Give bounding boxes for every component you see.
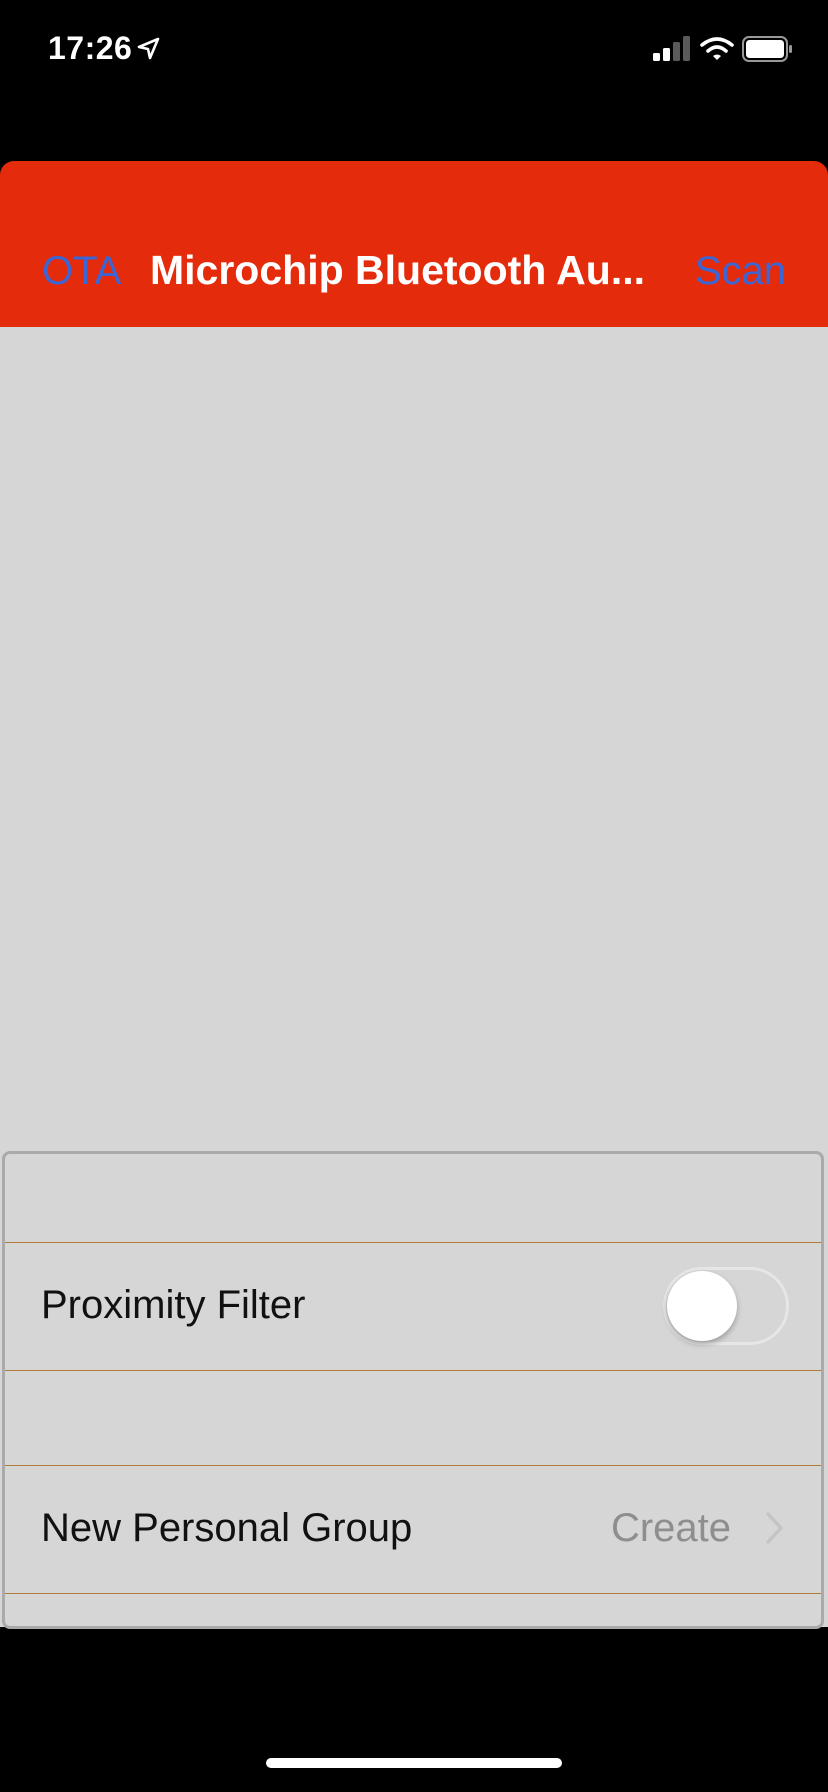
battery-icon (742, 36, 794, 62)
wifi-icon (700, 36, 734, 62)
create-label: Create (610, 1506, 731, 1550)
app-screen: 17:26 OTA Microchip Bluetooth Au... Scan… (0, 0, 828, 1792)
section-spacer (5, 1371, 821, 1466)
panel-header-spacer (5, 1154, 821, 1243)
cellular-signal-icon (653, 36, 691, 62)
home-indicator[interactable] (266, 1758, 562, 1768)
status-bar: 17:26 (0, 0, 828, 100)
proximity-filter-row: Proximity Filter (5, 1243, 821, 1371)
ota-button[interactable]: OTA (42, 249, 121, 294)
proximity-filter-label: Proximity Filter (41, 1283, 306, 1327)
status-time: 17:26 (48, 30, 133, 66)
new-personal-group-label: New Personal Group (41, 1506, 413, 1550)
proximity-filter-toggle[interactable] (663, 1267, 789, 1345)
location-arrow-icon (136, 36, 162, 62)
settings-panel: Proximity Filter New Personal Group Crea… (2, 1151, 824, 1629)
scan-button[interactable]: Scan (695, 249, 786, 294)
toggle-knob (667, 1271, 737, 1341)
page-title: Microchip Bluetooth Au... (150, 247, 646, 293)
navigation-bar: OTA Microchip Bluetooth Au... Scan (0, 161, 828, 327)
new-personal-group-row[interactable]: New Personal Group Create (5, 1466, 821, 1594)
chevron-right-icon (763, 1510, 787, 1546)
